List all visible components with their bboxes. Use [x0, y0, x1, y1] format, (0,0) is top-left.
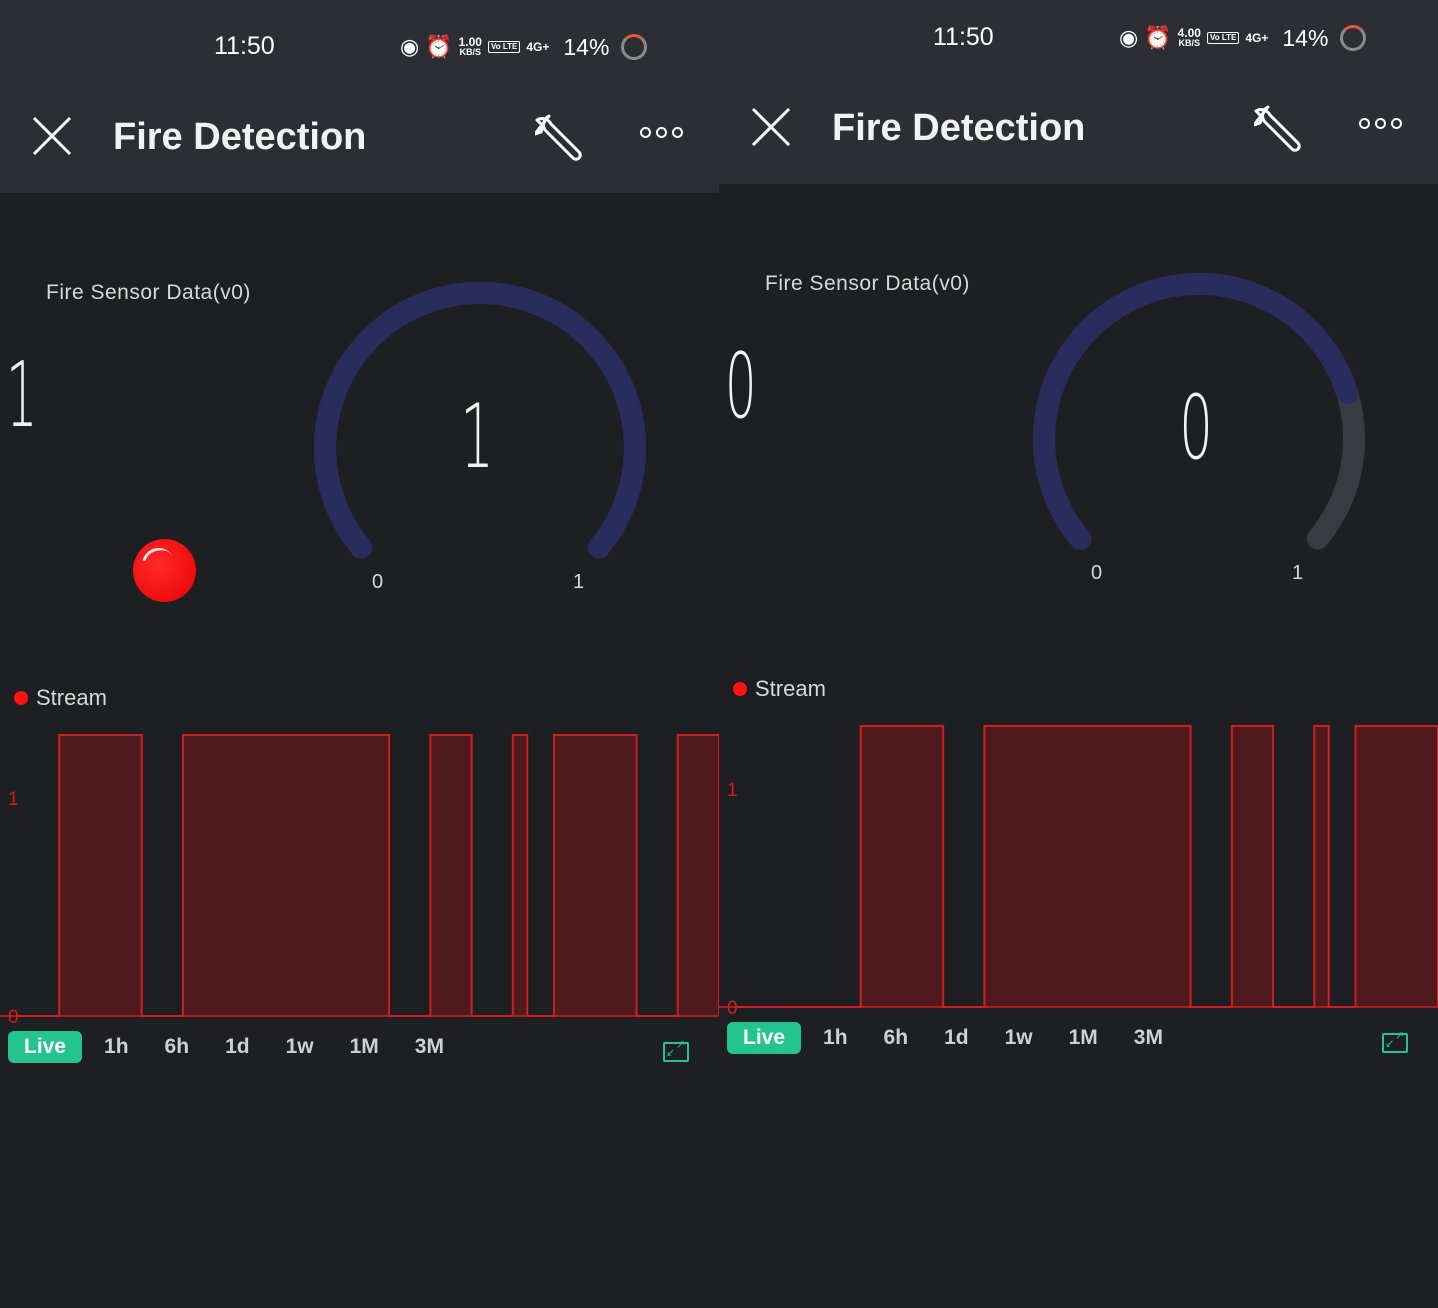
sensor-label: Fire Sensor Data(v0) [765, 272, 970, 295]
stream-area-segment [1231, 726, 1274, 1007]
app-bar: Fire Detection [719, 77, 1438, 184]
time-range-tabs: Live 1h 6h 1d 1w 1M 3M [727, 1021, 1199, 1055]
value-display: 0 [725, 334, 757, 439]
gauge-max-label: 1 [1292, 562, 1304, 584]
hotspot-icon: ◉ [400, 34, 420, 59]
tab-1M[interactable]: 1M [1069, 1026, 1098, 1050]
tab-1w[interactable]: 1w [1005, 1026, 1033, 1050]
status-bar: 11:50 ◉ ⏰ 1.00 KB/S Vo LTE 4G+ 14% [0, 0, 719, 86]
status-icons: ◉ ⏰ 4.00 KB/S Vo LTE 4G+ 14% [1119, 21, 1367, 55]
tab-live[interactable]: Live [727, 1022, 802, 1054]
tab-1d[interactable]: 1d [944, 1026, 969, 1050]
battery-text: 14% [1282, 24, 1329, 51]
tab-6h[interactable]: 6h [165, 1035, 190, 1059]
more-dot-icon [672, 126, 683, 138]
status-bar: 11:50 ◉ ⏰ 4.00 KB/S Vo LTE 4G+ 14% [719, 0, 1438, 77]
stream-label: Stream [755, 676, 826, 701]
more-dot-icon [1375, 117, 1386, 129]
gauge-max-label: 1 [573, 571, 585, 593]
y-tick-label: 1 [727, 780, 738, 801]
dashboard: Fire Sensor Data(v0) 0 0 0 1 Stream 1 0 … [719, 184, 1438, 1299]
alarm-icon: ⏰ [1144, 25, 1172, 50]
sensor-label: Fire Sensor Data(v0) [46, 281, 251, 304]
status-time: 11:50 [214, 32, 275, 60]
stream-area-segment [1355, 726, 1438, 1007]
gauge: 1 0 1 [297, 273, 657, 613]
stream-chart: 1 0 [719, 725, 1438, 1014]
wrench-icon[interactable] [535, 110, 589, 164]
page-title: Fire Detection [113, 116, 367, 158]
gauge-value: 0 [1179, 376, 1213, 479]
dashboard: Fire Sensor Data(v0) 1 1 0 1 Stream 1 0 … [0, 193, 719, 1308]
hotspot-icon: ◉ [1119, 25, 1139, 50]
more-options-button[interactable] [1359, 111, 1415, 135]
value-display: 1 [6, 343, 38, 448]
more-options-button[interactable] [640, 120, 696, 144]
app-bar: Fire Detection [0, 86, 719, 193]
stream-dot-icon [14, 691, 28, 705]
tab-live[interactable]: Live [8, 1031, 83, 1063]
net-speed: 4.00 KB/S [1177, 26, 1201, 48]
volte-icon: Vo LTE [1206, 32, 1240, 44]
gauge-value: 1 [460, 385, 494, 488]
stream-area-segment [984, 726, 1191, 1007]
y-tick-label: 0 [727, 998, 738, 1014]
stream-area-segment [59, 735, 142, 1016]
time-range-tabs: Live 1h 6h 1d 1w 1M 3M [8, 1030, 480, 1064]
stream-area-segment [430, 735, 472, 1016]
stream-chart: 1 0 [0, 734, 719, 1023]
tab-6h[interactable]: 6h [884, 1026, 909, 1050]
stream-legend: Stream [14, 685, 107, 711]
more-dot-icon [1359, 117, 1370, 129]
stream-legend: Stream [733, 676, 826, 702]
signal-icon: 4G+ [526, 40, 550, 54]
stream-area-segment [512, 735, 528, 1016]
tab-3M[interactable]: 3M [415, 1035, 444, 1059]
stream-area-segment [1314, 726, 1329, 1007]
stream-area-segment [554, 735, 637, 1016]
stream-area-segment [182, 735, 390, 1016]
stream-area-segment [677, 735, 719, 1016]
gauge-min-label: 0 [372, 571, 384, 593]
tab-1h[interactable]: 1h [104, 1035, 129, 1059]
battery-text: 14% [563, 33, 610, 60]
led-indicator[interactable] [133, 539, 196, 602]
volte-icon: Vo LTE [487, 41, 521, 53]
status-icons: ◉ ⏰ 1.00 KB/S Vo LTE 4G+ 14% [400, 30, 648, 64]
gauge: 0 0 1 [1016, 264, 1376, 604]
tab-1M[interactable]: 1M [350, 1035, 379, 1059]
wrench-icon[interactable] [1254, 101, 1308, 155]
status-time: 11:50 [933, 23, 994, 51]
close-icon[interactable] [30, 114, 74, 158]
expand-icon[interactable] [1382, 1029, 1408, 1053]
signal-icon: 4G+ [1245, 31, 1269, 45]
stream-area-segment [860, 726, 944, 1007]
panel-left: 11:50 ◉ ⏰ 1.00 KB/S Vo LTE 4G+ 14% Fire … [0, 0, 719, 1308]
net-speed: 1.00 KB/S [458, 35, 482, 57]
more-dot-icon [1391, 117, 1402, 129]
tab-1h[interactable]: 1h [823, 1026, 848, 1050]
y-tick-label: 0 [8, 1007, 19, 1023]
panel-right: 11:50 ◉ ⏰ 4.00 KB/S Vo LTE 4G+ 14% Fire … [719, 0, 1438, 1308]
tab-3M[interactable]: 3M [1134, 1026, 1163, 1050]
alarm-icon: ⏰ [425, 34, 453, 59]
y-tick-label: 1 [8, 789, 19, 810]
more-dot-icon [656, 126, 667, 138]
net-speed-unit: KB/S [1178, 38, 1201, 48]
battery-ring-icon [1340, 25, 1367, 51]
stream-label: Stream [36, 685, 107, 710]
net-speed-unit: KB/S [459, 47, 482, 57]
more-dot-icon [640, 126, 651, 138]
page-title: Fire Detection [832, 107, 1086, 149]
close-icon[interactable] [749, 105, 793, 149]
tab-1d[interactable]: 1d [225, 1035, 250, 1059]
expand-icon[interactable] [663, 1038, 689, 1062]
battery-ring-icon [621, 34, 648, 60]
tab-1w[interactable]: 1w [286, 1035, 314, 1059]
stream-dot-icon [733, 682, 747, 696]
net-speed-value: 4.00 [1177, 26, 1201, 40]
gauge-min-label: 0 [1091, 562, 1103, 584]
net-speed-value: 1.00 [458, 35, 482, 49]
